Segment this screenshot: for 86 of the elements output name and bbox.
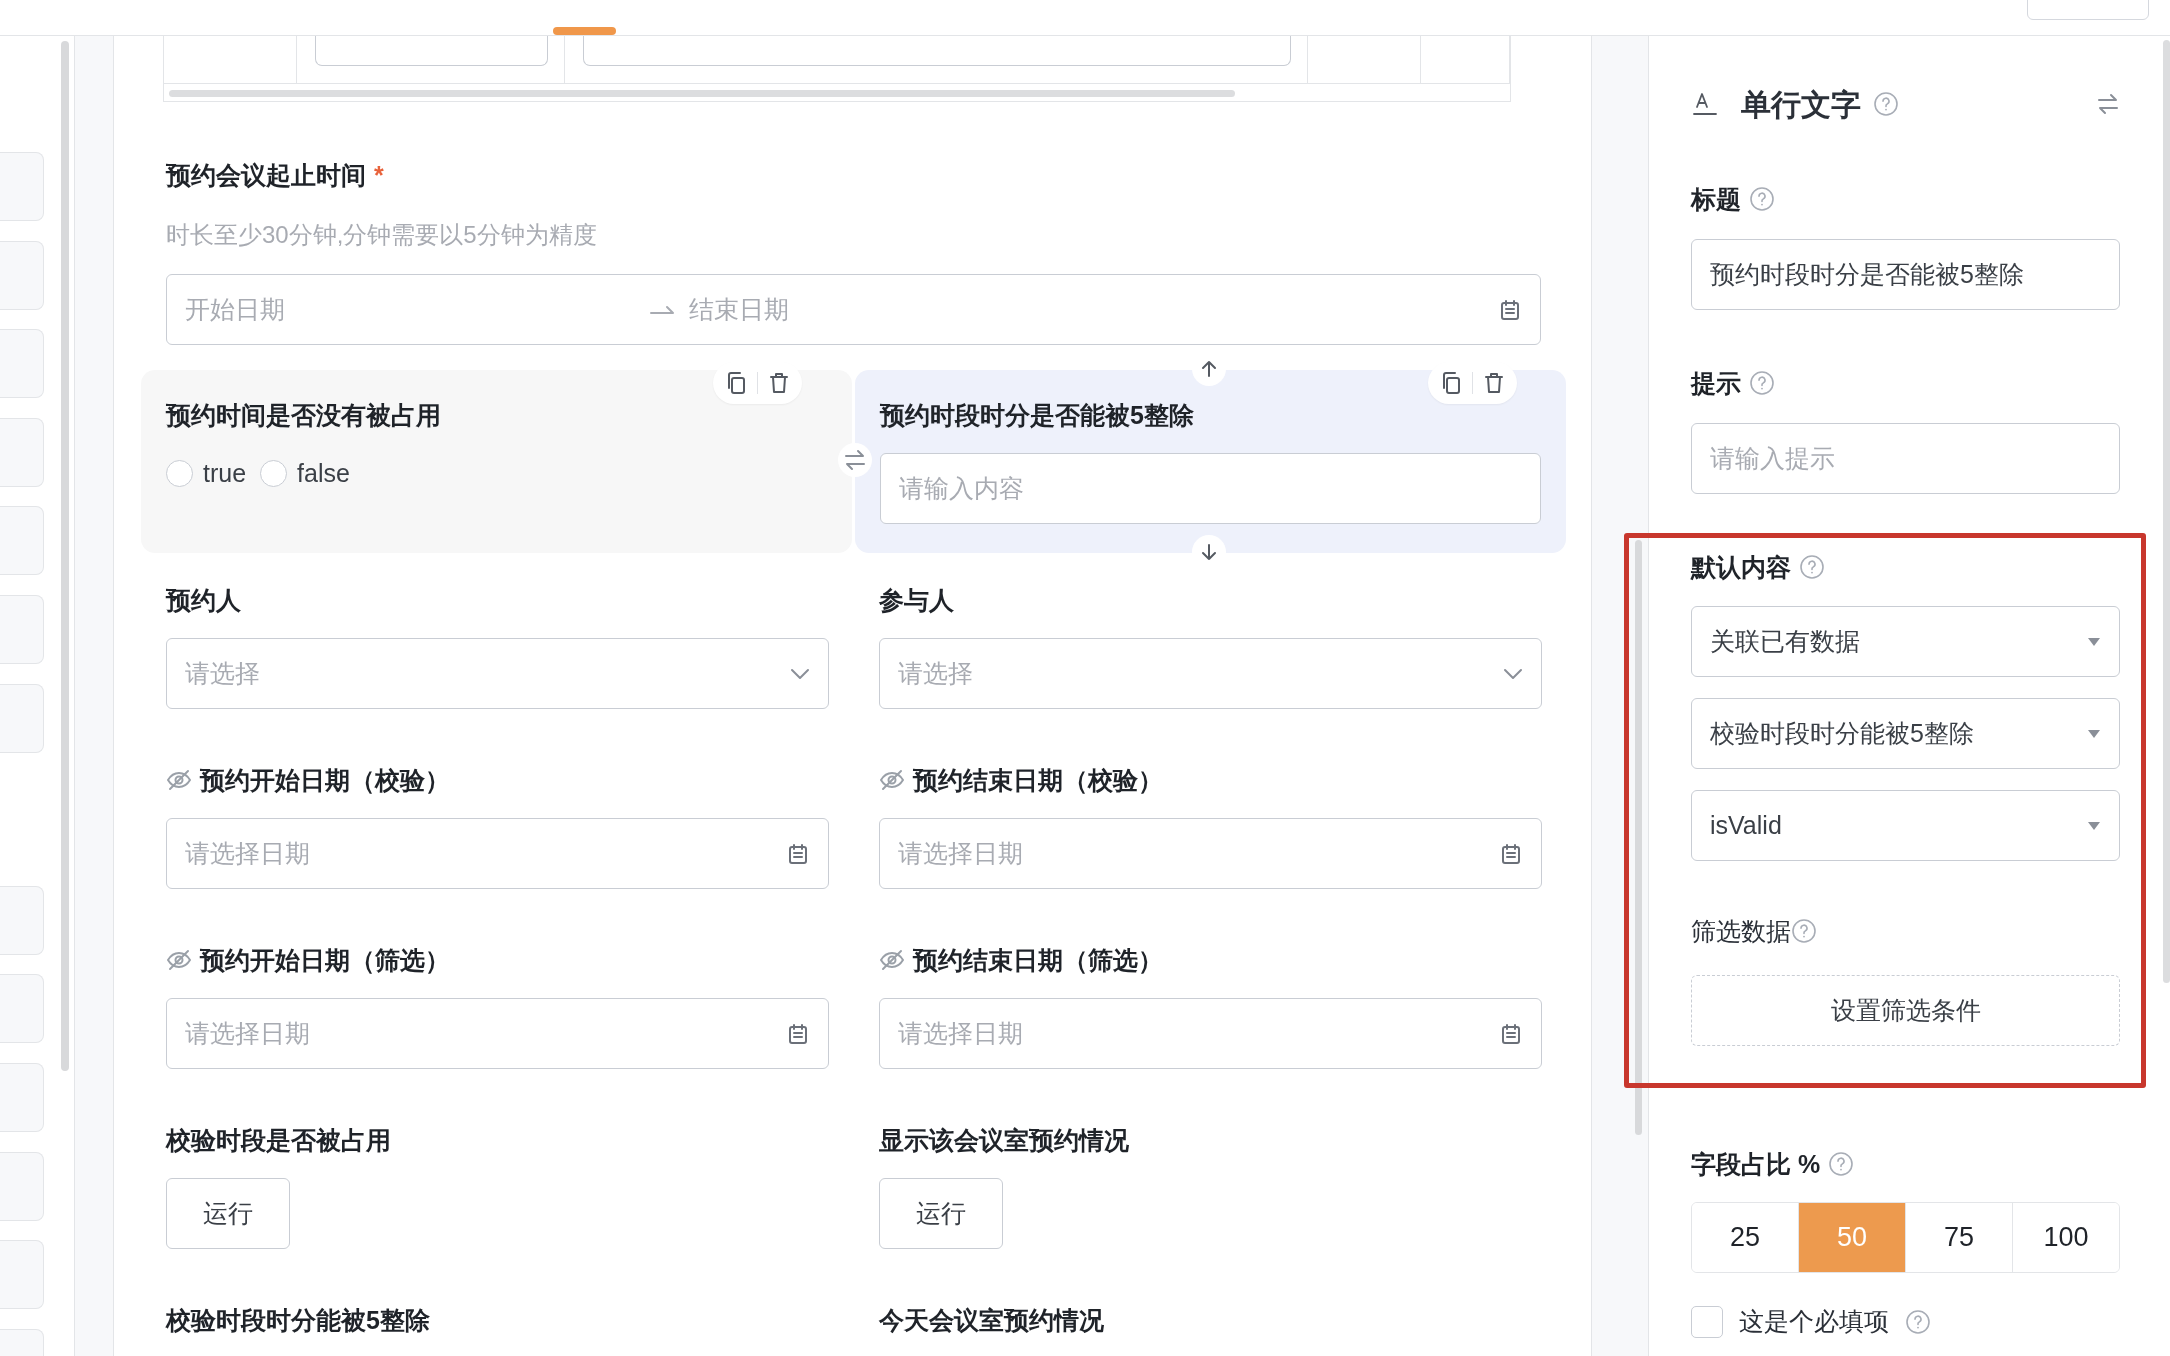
tab-indicator [553, 27, 616, 35]
field-label: 默认内容 [1691, 552, 1791, 583]
field-label: 字段占比 % [1691, 1149, 1821, 1180]
title-input[interactable]: 预约时段时分是否能被5整除 [1691, 239, 2120, 310]
copy-icon[interactable] [725, 371, 747, 395]
field-label: 今天会议室预约情况 [879, 1305, 1104, 1336]
component-card[interactable] [0, 683, 44, 753]
component-card[interactable] [0, 1062, 44, 1132]
radio-option[interactable]: false [260, 455, 350, 493]
select-field[interactable]: isValid [1691, 790, 2120, 861]
scrollbar[interactable] [61, 41, 69, 1071]
calendar-icon [1498, 297, 1522, 322]
field-label: 预约时段时分是否能被5整除 [880, 400, 1194, 431]
eye-slash-icon [166, 949, 192, 971]
text-field-icon [1691, 90, 1719, 118]
field-label: 校验时段时分能被5整除 [166, 1305, 430, 1336]
help-icon[interactable] [1799, 554, 1825, 580]
calendar-icon [786, 1021, 810, 1046]
caret-icon [2087, 636, 2101, 647]
field-label: 提示 [1691, 368, 1741, 399]
help-icon[interactable] [1905, 1308, 1931, 1335]
run-button[interactable]: 运行 [166, 1178, 290, 1249]
component-card[interactable] [0, 240, 44, 310]
trash-icon[interactable] [1483, 371, 1505, 395]
component-card[interactable] [0, 594, 44, 664]
component-card[interactable] [0, 1151, 44, 1221]
help-icon[interactable] [1749, 370, 1775, 396]
field-label: 预约开始日期（校验） [200, 765, 450, 796]
calendar-icon [1499, 841, 1523, 866]
field-label: 显示该会议室预约情况 [879, 1125, 1129, 1156]
component-card[interactable] [0, 506, 44, 576]
calendar-icon [1499, 1021, 1523, 1046]
copy-icon[interactable] [1440, 371, 1462, 395]
help-icon[interactable] [1873, 91, 1899, 117]
select-field[interactable]: 校验时段时分能被5整除 [1691, 698, 2120, 769]
ratio-option[interactable]: 25 [1692, 1203, 1799, 1272]
chevron-down-icon [1503, 667, 1523, 680]
component-card[interactable] [0, 1240, 44, 1310]
swap-icon[interactable] [2096, 93, 2120, 115]
field-hint: 时长至少30分钟,分钟需要以5分钟为精度 [166, 220, 598, 250]
select-field[interactable]: 关联已有数据 [1691, 606, 2120, 677]
arrow-up-icon[interactable] [1199, 359, 1219, 379]
field-label: 校验时段是否被占用 [166, 1125, 391, 1156]
end-date-placeholder: 结束日期 [689, 293, 790, 325]
radio-option[interactable]: true [166, 455, 247, 493]
field-label: 筛选数据 [1691, 916, 1791, 947]
checkbox-label: 这是个必填项 [1739, 1306, 1889, 1337]
required-mark: * [374, 160, 384, 191]
field-label: 预约开始日期（筛选） [200, 945, 450, 976]
start-date-placeholder: 开始日期 [185, 294, 285, 323]
chevron-down-icon [790, 667, 810, 680]
input-field[interactable] [582, 36, 1292, 66]
component-card[interactable] [0, 152, 44, 221]
component-card[interactable] [0, 885, 44, 955]
eye-slash-icon [879, 949, 905, 971]
scrollbar[interactable] [169, 90, 1235, 97]
component-card[interactable] [0, 329, 44, 399]
eye-slash-icon [879, 769, 905, 791]
field-label: 标题 [1691, 184, 1741, 215]
field-label: 预约结束日期（筛选） [913, 945, 1163, 976]
input-field[interactable] [314, 36, 548, 66]
panel-title: 单行文字 [1741, 86, 1861, 123]
field-card[interactable]: 预约时段时分是否能被5整除 请输入内容 [855, 370, 1566, 553]
checkbox[interactable] [1691, 1305, 1723, 1338]
field-label: 预约时间是否没有被占用 [166, 400, 441, 431]
field-label: 预约结束日期（校验） [913, 765, 1163, 796]
component-card[interactable] [0, 417, 44, 487]
swap-icon[interactable] [843, 449, 867, 471]
calendar-icon [786, 841, 810, 866]
trash-icon[interactable] [768, 371, 790, 395]
field-label: 参与人 [879, 585, 954, 616]
field-label: 预约会议起止时间 [166, 160, 366, 191]
component-card[interactable] [0, 974, 44, 1044]
caret-icon [2087, 820, 2101, 831]
help-icon[interactable] [1749, 186, 1775, 212]
eye-slash-icon [166, 769, 192, 791]
scrollbar[interactable] [1635, 540, 1642, 1135]
help-icon[interactable] [1791, 918, 1817, 944]
help-icon[interactable] [1828, 1151, 1855, 1177]
arrow-down-icon[interactable] [1199, 542, 1219, 562]
field-label: 预约人 [166, 585, 241, 616]
filter-button[interactable]: 设置筛选条件 [1691, 975, 2120, 1046]
scrollbar[interactable] [2163, 40, 2170, 983]
caret-icon [2087, 728, 2101, 739]
field-card[interactable]: 预约时间是否没有被占用 true false [141, 370, 852, 553]
run-button[interactable]: 运行 [879, 1178, 1003, 1249]
